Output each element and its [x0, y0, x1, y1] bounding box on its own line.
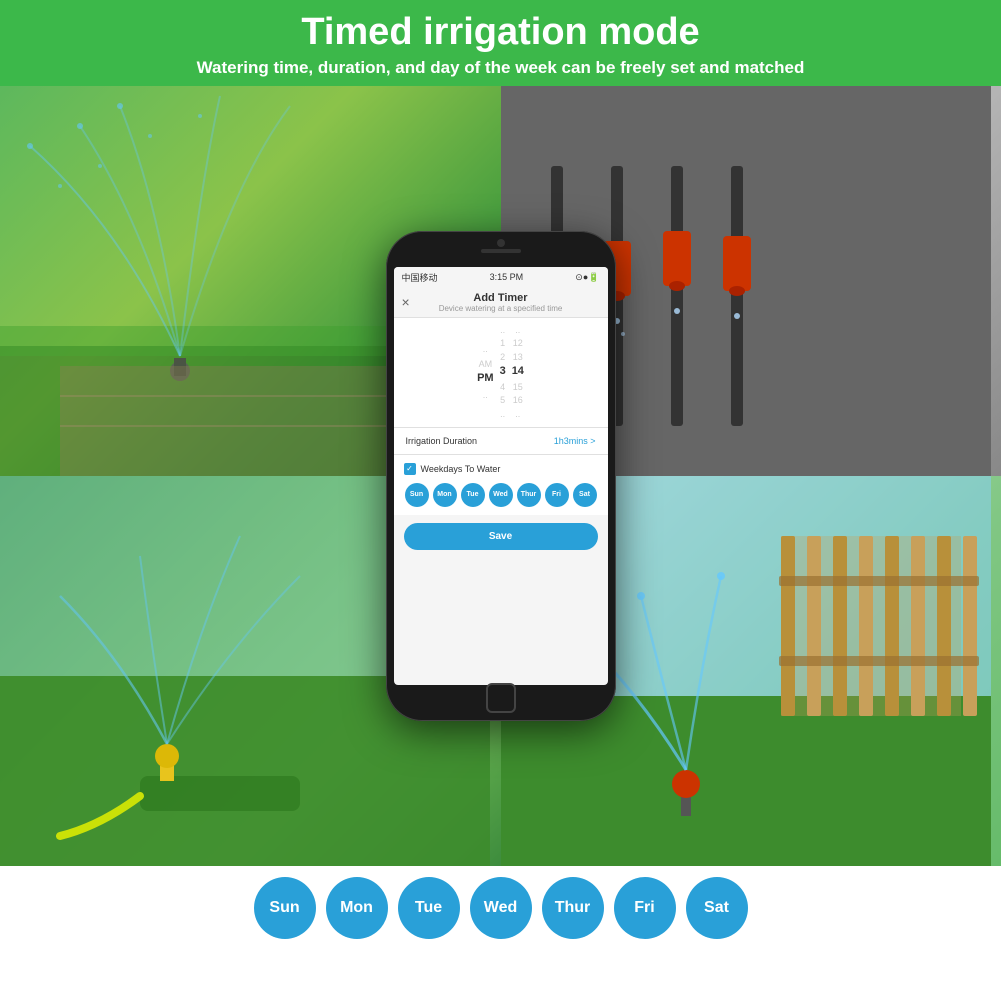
phone-speaker	[481, 249, 521, 253]
duration-value: 1h3mins >	[554, 436, 596, 446]
status-time: 3:15 PM	[490, 272, 524, 282]
status-bar: 中国移动 3:15 PM ⊙●🔋	[394, 267, 608, 288]
close-button[interactable]: ×	[402, 294, 410, 310]
day-fri[interactable]: Fri	[545, 483, 569, 507]
phone-body: 中国移动 3:15 PM ⊙●🔋 × Add Timer Device wate…	[386, 231, 616, 721]
day-sun[interactable]: Sun	[405, 483, 429, 507]
day-wed[interactable]: Wed	[489, 483, 513, 507]
day-thur[interactable]: Thur	[517, 483, 541, 507]
weekdays-check[interactable]: ✓	[404, 463, 416, 475]
home-button[interactable]	[486, 683, 516, 713]
bottom-day-fri[interactable]: Fri	[614, 877, 676, 939]
phone: 中国移动 3:15 PM ⊙●🔋 × Add Timer Device wate…	[386, 231, 616, 721]
screen-title: Add Timer	[402, 292, 600, 304]
page-title: Timed irrigation mode	[20, 10, 981, 56]
bottom-days-row: Sun Mon Tue Wed Thur Fri Sat	[0, 866, 1001, 951]
page-header: Timed irrigation mode Watering time, dur…	[0, 0, 1001, 86]
day-tue[interactable]: Tue	[461, 483, 485, 507]
time-picker[interactable]: .. AM PM .. .. 1 2 3 4 5 ..	[394, 318, 608, 428]
bottom-day-sat[interactable]: Sat	[686, 877, 748, 939]
page-subtitle: Watering time, duration, and day of the …	[20, 58, 981, 78]
weekdays-label: Weekdays To Water	[421, 464, 501, 474]
bottom-day-thur[interactable]: Thur	[542, 877, 604, 939]
hours-column[interactable]: .. 1 2 3 4 5 ..	[500, 324, 506, 421]
day-sat[interactable]: Sat	[573, 483, 597, 507]
phone-camera	[497, 239, 505, 247]
minutes-column[interactable]: .. 12 13 14 15 16 ..	[512, 324, 524, 421]
phone-screen: 中国移动 3:15 PM ⊙●🔋 × Add Timer Device wate…	[394, 267, 608, 685]
image-grid: 中国移动 3:15 PM ⊙●🔋 × Add Timer Device wate…	[0, 86, 1001, 866]
bottom-day-sun[interactable]: Sun	[254, 877, 316, 939]
save-button[interactable]: Save	[404, 523, 598, 550]
bottom-day-wed[interactable]: Wed	[470, 877, 532, 939]
ampm-column[interactable]: .. AM PM ..	[477, 343, 494, 401]
duration-row[interactable]: Irrigation Duration 1h3mins >	[394, 428, 608, 455]
duration-label: Irrigation Duration	[406, 436, 478, 446]
screen-header: × Add Timer Device watering at a specifi…	[394, 288, 608, 318]
days-row: Sun Mon Tue Wed Thur Fri Sat	[404, 483, 598, 507]
carrier-text: 中国移动	[402, 271, 438, 284]
weekdays-section: ✓ Weekdays To Water Sun Mon Tue Wed Thur…	[394, 455, 608, 515]
bottom-day-tue[interactable]: Tue	[398, 877, 460, 939]
status-icons: ⊙●🔋	[575, 272, 599, 283]
screen-subtitle: Device watering at a specified time	[402, 304, 600, 313]
weekdays-header: ✓ Weekdays To Water	[404, 463, 598, 475]
bottom-day-mon[interactable]: Mon	[326, 877, 388, 939]
day-mon[interactable]: Mon	[433, 483, 457, 507]
